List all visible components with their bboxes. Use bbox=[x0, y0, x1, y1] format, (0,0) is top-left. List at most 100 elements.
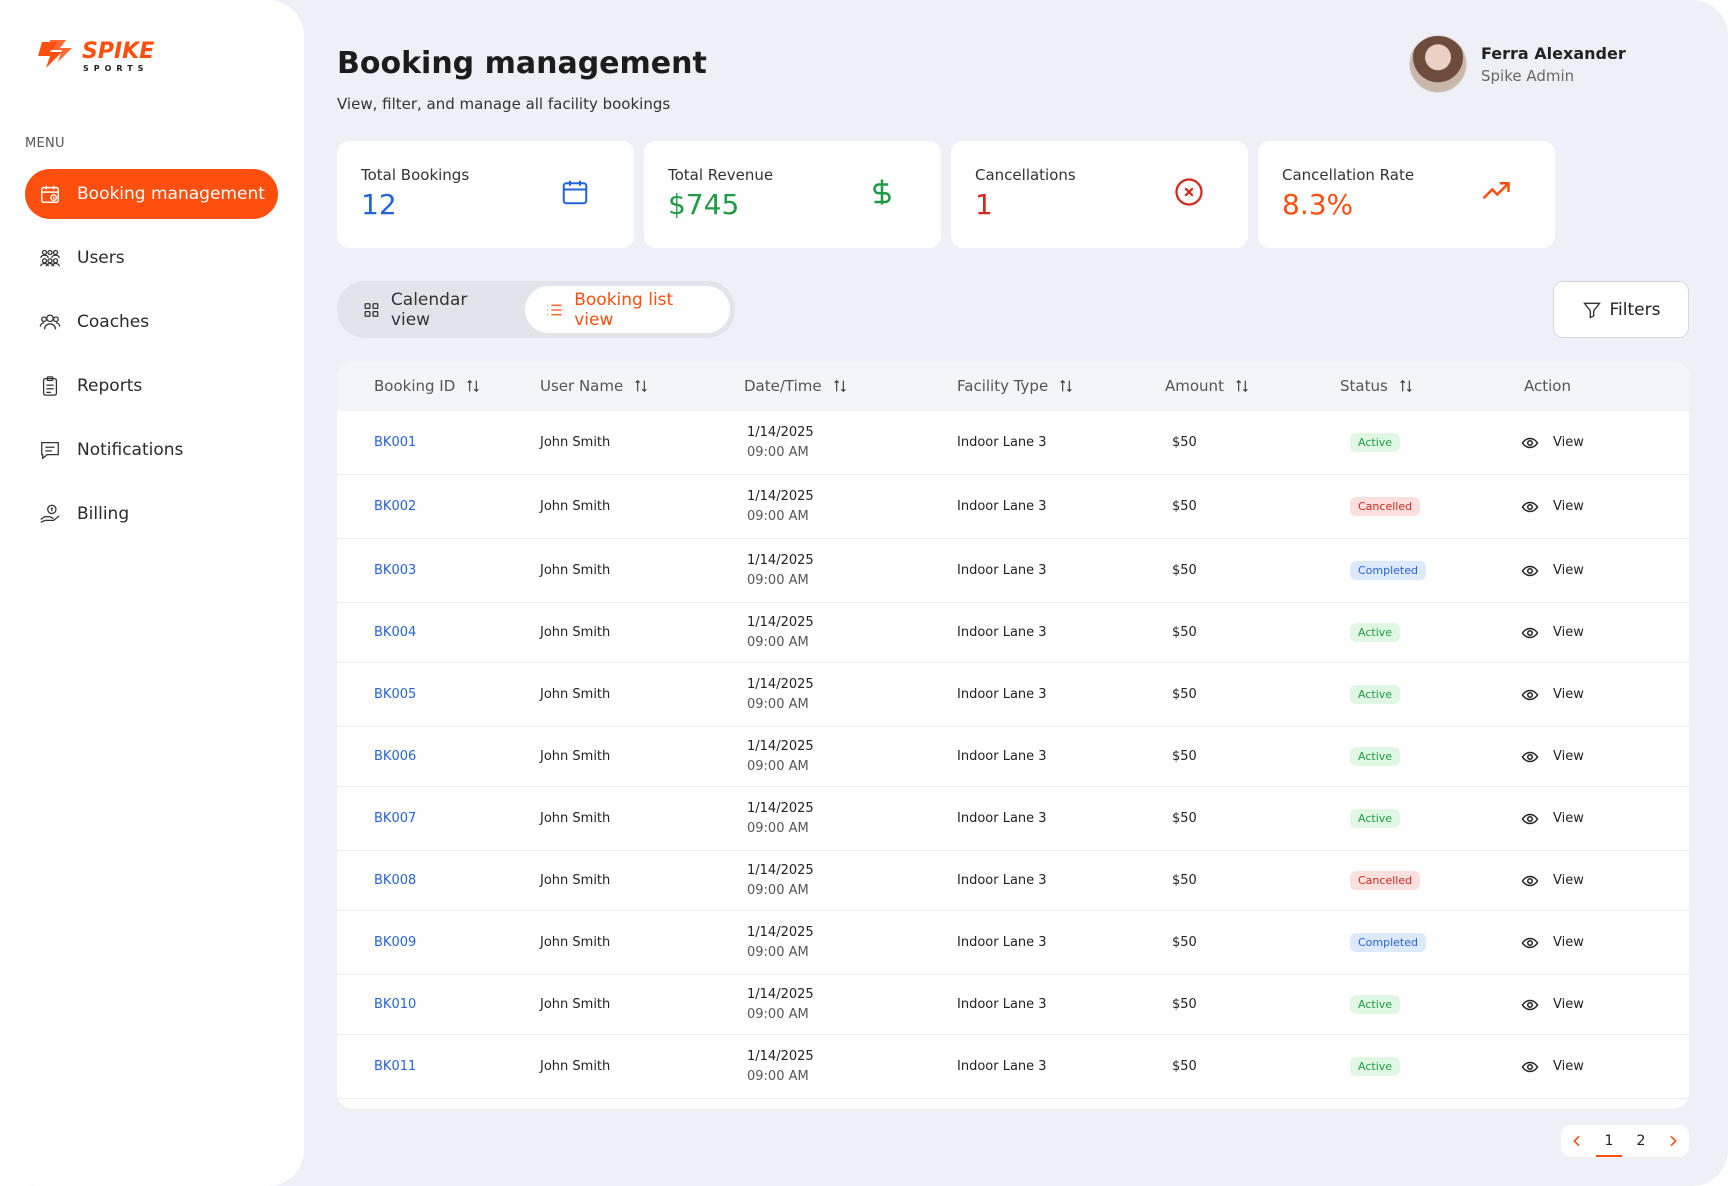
booking-id-link[interactable]: BK007 bbox=[374, 811, 416, 826]
eye-icon bbox=[1521, 689, 1539, 700]
view-button[interactable]: View bbox=[1521, 872, 1584, 890]
view-button[interactable]: View bbox=[1521, 562, 1584, 580]
booking-id-link[interactable]: BK009 bbox=[374, 935, 416, 950]
eye-icon bbox=[1521, 751, 1539, 762]
column-header-user-name[interactable]: User Name bbox=[540, 377, 649, 395]
prev-page-button[interactable] bbox=[1564, 1125, 1590, 1157]
avatar[interactable] bbox=[1409, 35, 1467, 93]
view-button[interactable]: View bbox=[1521, 996, 1584, 1014]
column-label: Amount bbox=[1165, 377, 1224, 395]
sort-icon[interactable] bbox=[1234, 378, 1250, 394]
date-text: 1/14/2025 bbox=[747, 863, 814, 878]
sidebar-item-coaches[interactable]: Coaches bbox=[25, 297, 278, 347]
column-label: Date/Time bbox=[744, 377, 822, 395]
booking-list-view-button[interactable]: Booking list view bbox=[525, 286, 730, 333]
amount-cell: $50 bbox=[1172, 687, 1197, 702]
date-text: 1/14/2025 bbox=[747, 489, 814, 504]
booking-id-link[interactable]: BK004 bbox=[374, 625, 416, 640]
facility-cell: Indoor Lane 3 bbox=[957, 873, 1047, 888]
facility-cell: Indoor Lane 3 bbox=[957, 811, 1047, 826]
amount-cell: $50 bbox=[1172, 997, 1197, 1012]
sidebar-item-label: Reports bbox=[77, 376, 143, 396]
sort-icon[interactable] bbox=[1398, 378, 1414, 394]
time-text: 09:00 AM bbox=[747, 573, 809, 588]
user-name-cell: John Smith bbox=[540, 749, 611, 764]
user-name-cell: John Smith bbox=[540, 563, 611, 578]
date-text: 1/14/2025 bbox=[747, 615, 814, 630]
user-name: Ferra Alexander bbox=[1481, 43, 1626, 63]
booking-id-link[interactable]: BK011 bbox=[374, 1059, 416, 1074]
eye-icon bbox=[1521, 875, 1539, 886]
table-row: BK006 John Smith 1/14/2025 09:00 AM Indoor L… bbox=[337, 727, 1689, 787]
view-label: View bbox=[1553, 435, 1584, 450]
page-subtitle: View, filter, and manage all facility bo… bbox=[337, 95, 671, 113]
status-badge: Active bbox=[1350, 685, 1401, 704]
view-button[interactable]: View bbox=[1521, 810, 1584, 828]
view-button[interactable]: View bbox=[1521, 498, 1584, 516]
column-header-date-time[interactable]: Date/Time bbox=[744, 377, 848, 395]
brand-logo[interactable]: SPIKE SPORTS bbox=[36, 34, 196, 76]
column-header-amount[interactable]: Amount bbox=[1165, 377, 1250, 395]
date-text: 1/14/2025 bbox=[747, 677, 814, 692]
brand-name: SPIKE bbox=[82, 39, 154, 64]
date-text: 1/14/2025 bbox=[747, 925, 814, 940]
datetime-cell: 1/14/2025 09:00 AM bbox=[747, 489, 814, 524]
user-name-cell: John Smith bbox=[540, 811, 611, 826]
datetime-cell: 1/14/2025 09:00 AM bbox=[747, 615, 814, 650]
view-button[interactable]: View bbox=[1521, 624, 1584, 642]
sidebar-item-reports[interactable]: Reports bbox=[25, 361, 278, 411]
user-name-cell: John Smith bbox=[540, 435, 611, 450]
eye-icon bbox=[1521, 565, 1539, 576]
column-label: Booking ID bbox=[374, 377, 456, 395]
coaches-icon bbox=[37, 309, 63, 335]
user-name-cell: John Smith bbox=[540, 625, 611, 640]
view-button[interactable]: View bbox=[1521, 1058, 1584, 1076]
calendar-icon bbox=[37, 181, 63, 207]
booking-id-link[interactable]: BK005 bbox=[374, 687, 416, 702]
page-button-2[interactable]: 2 bbox=[1628, 1125, 1654, 1157]
chevron-right-icon bbox=[1670, 1135, 1677, 1147]
next-page-button[interactable] bbox=[1660, 1125, 1686, 1157]
page-button-1[interactable]: 1 bbox=[1596, 1125, 1622, 1157]
column-header-booking-id[interactable]: Booking ID bbox=[374, 377, 481, 395]
status-badge: Active bbox=[1350, 747, 1401, 766]
chevron-left-icon bbox=[1573, 1135, 1580, 1147]
booking-id-link[interactable]: BK003 bbox=[374, 563, 416, 578]
sort-icon[interactable] bbox=[832, 378, 848, 394]
sidebar-item-users[interactable]: Users bbox=[25, 233, 278, 283]
booking-id-link[interactable]: BK001 bbox=[374, 435, 416, 450]
calendar-view-button[interactable]: Calendar view bbox=[342, 286, 525, 333]
facility-cell: Indoor Lane 3 bbox=[957, 563, 1047, 578]
status-badge: Active bbox=[1350, 995, 1401, 1014]
booking-id-link[interactable]: BK008 bbox=[374, 873, 416, 888]
view-button[interactable]: View bbox=[1521, 434, 1584, 452]
user-role: Spike Admin bbox=[1481, 66, 1575, 85]
view-label: View bbox=[1553, 997, 1584, 1012]
eye-icon bbox=[1521, 813, 1539, 824]
column-label: User Name bbox=[540, 377, 624, 395]
sidebar-item-notifications[interactable]: Notifications bbox=[25, 425, 278, 475]
sidebar-item-booking-management[interactable]: Booking management bbox=[25, 169, 278, 219]
time-text: 09:00 AM bbox=[747, 509, 809, 524]
stats-row: Total Bookings 12 Total Revenue $745 Can… bbox=[337, 141, 1555, 248]
time-text: 09:00 AM bbox=[747, 945, 809, 960]
sort-icon[interactable] bbox=[465, 378, 481, 394]
user-name-cell: John Smith bbox=[540, 1059, 611, 1074]
view-button[interactable]: View bbox=[1521, 686, 1584, 704]
column-header-facility-type[interactable]: Facility Type bbox=[957, 377, 1074, 395]
filter-icon bbox=[1582, 302, 1601, 319]
sort-icon[interactable] bbox=[1058, 378, 1074, 394]
view-button[interactable]: View bbox=[1521, 748, 1584, 766]
booking-id-link[interactable]: BK002 bbox=[374, 499, 416, 514]
sort-icon[interactable] bbox=[633, 378, 649, 394]
sidebar-item-billing[interactable]: Billing bbox=[25, 489, 278, 539]
datetime-cell: 1/14/2025 09:00 AM bbox=[747, 801, 814, 836]
booking-id-link[interactable]: BK006 bbox=[374, 749, 416, 764]
booking-id-link[interactable]: BK010 bbox=[374, 997, 416, 1012]
column-header-status[interactable]: Status bbox=[1340, 377, 1414, 395]
date-text: 1/14/2025 bbox=[747, 1049, 814, 1064]
view-button[interactable]: View bbox=[1521, 934, 1584, 952]
filters-button[interactable]: Filters bbox=[1553, 281, 1689, 338]
user-profile[interactable]: Ferra Alexander Spike Admin bbox=[1409, 35, 1626, 93]
sidebar-item-label: Users bbox=[77, 248, 125, 268]
